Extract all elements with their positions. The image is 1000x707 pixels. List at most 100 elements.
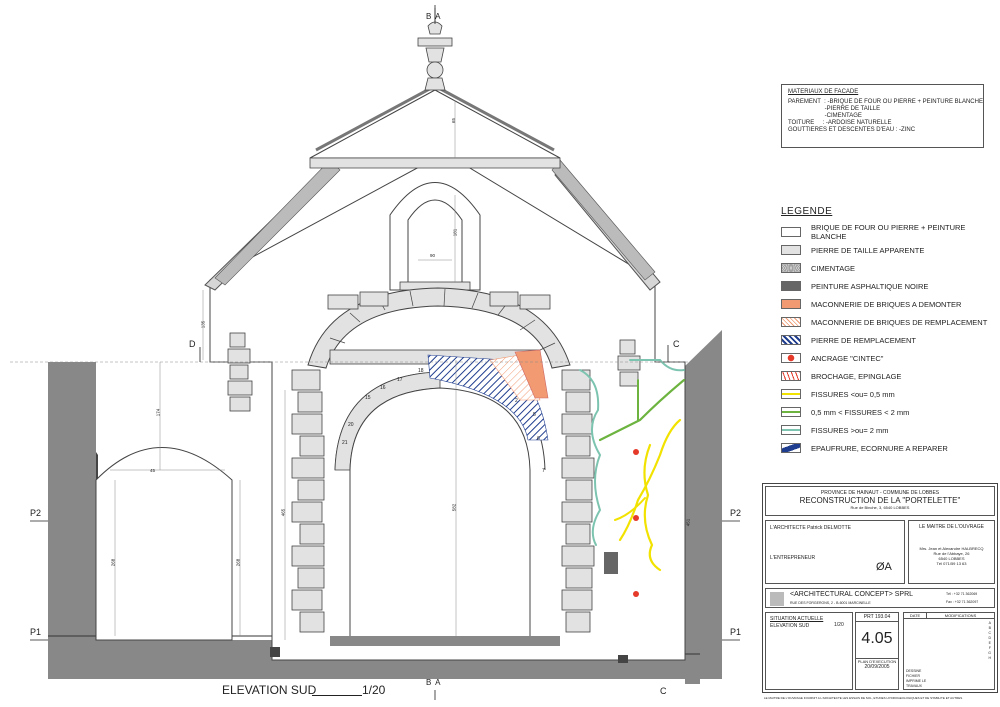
elevation-scale: 1/20 xyxy=(362,683,386,697)
door-opening xyxy=(349,387,531,641)
legend-label: PIERRE DE REMPLACEMENT xyxy=(811,335,917,345)
legend-item: PIERRE DE REMPLACEMENT xyxy=(781,331,996,349)
firm-box: <ARCHITECTURAL CONCEPT> SPRL RUE DES FOR… xyxy=(765,588,995,608)
legend-label: CIMENTAGE xyxy=(811,263,856,273)
dimension-text: 45 xyxy=(150,468,156,473)
elevation-underline xyxy=(312,695,362,696)
prt-label: PRT xyxy=(863,614,874,620)
stone-number: 20 xyxy=(348,422,354,428)
legend-item: MACONNERIE DE BRIQUES DE REMPLACEMENT xyxy=(781,313,996,331)
legend-item: PEINTURE ASPHALTIQUE NOIRE xyxy=(781,277,996,295)
owner-label: LE MAITRE DE L'OUVRAGE xyxy=(919,524,984,530)
materials-title: MATERIAUX DE FACADE xyxy=(788,89,859,95)
situation-label: SITUATION ACTUELLE xyxy=(770,616,824,622)
meta-list: DESSINE FICHIER IMPRIME LE TRAVAUX xyxy=(906,669,926,689)
legend-label: PIERRE DE TAILLE APPARENTE xyxy=(811,245,925,255)
section-marker-p2-right: P2 xyxy=(730,508,742,518)
legend-item: CIMENTAGE xyxy=(781,259,996,277)
owner-box: LE MAITRE DE L'OUVRAGE Mrs. Jean et Alex… xyxy=(908,520,995,584)
prt-number: 193.04 xyxy=(874,614,891,620)
project-address: Rue de Binche, 3, 6540 LOBBES xyxy=(850,505,910,510)
legend-label: BROCHAGE, EPINGLAGE xyxy=(811,371,902,381)
dimension-text: 582 xyxy=(451,503,457,512)
swatch-blue-shape xyxy=(781,443,801,453)
legend-item: 0,5 mm < FISSURES < 2 mm xyxy=(781,403,996,421)
legend-item: EPAUFRURE, ECORNURE A REPARER xyxy=(781,439,996,457)
swatch-line-yellow xyxy=(781,389,801,399)
architect-name: L'ARCHITECTE Patrick DELMOTTE xyxy=(770,525,851,531)
materials-line: -PIERRE DE TAILLE xyxy=(788,106,881,112)
pediment-cornice xyxy=(309,157,561,169)
swatch-hatch-orange xyxy=(781,317,801,327)
project-box: PROVINCE DE HAINAUT - COMMUNE DE LOBBES … xyxy=(765,486,995,516)
dimension-text: 451 xyxy=(685,518,691,527)
swatch-darkgray xyxy=(781,281,801,291)
section-marker-p2-left: P2 xyxy=(30,508,42,518)
firm-tel: Tél : +32 71 362069 xyxy=(946,592,978,596)
legend-label: FISSURES >ou= 2 mm xyxy=(811,425,889,435)
materials-line: PAREMENT : -BRIQUE DE FOUR OU PIERRE + P… xyxy=(788,99,983,105)
swatch-dot-red xyxy=(781,353,801,363)
elevation-title: ELEVATION SUD xyxy=(222,683,317,697)
swatch-hatch-blue xyxy=(781,335,801,345)
materials-line: -CIMENTAGE xyxy=(788,113,862,119)
stone-number: 15 xyxy=(365,395,371,401)
stone-number: 2 xyxy=(515,398,518,404)
dimension-text: 90 xyxy=(430,253,436,258)
legend-label: ANCRAGE "CINTEC" xyxy=(811,353,884,363)
pediment xyxy=(309,89,561,159)
asphalt-patch xyxy=(604,552,618,574)
sheet-scale: 1/20 xyxy=(834,622,844,628)
legend-label: 0,5 mm < FISSURES < 2 mm xyxy=(811,407,910,417)
dimension-text: 174 xyxy=(155,408,161,417)
dimension-text: 268 xyxy=(110,558,116,567)
section-marker-d: D xyxy=(189,339,196,349)
dimension-text: 65 xyxy=(451,117,457,124)
legend-item: BROCHAGE, EPINGLAGE xyxy=(781,367,996,385)
owner-phone: Tél 071/59 13 63 xyxy=(936,561,967,566)
swatch-pin-red xyxy=(781,371,801,381)
stone-number: 21 xyxy=(342,440,348,446)
legend-label: EPAUFRURE, ECORNURE A REPARER xyxy=(811,443,948,453)
right-ground-wall xyxy=(685,330,722,684)
legend-label: MACONNERIE DE BRIQUES DE REMPLACEMENT xyxy=(811,317,988,327)
revision-letters: A B C D E F G H xyxy=(988,621,991,661)
firm-address: RUE DES FORGERONS, 2 - B-6001 MARCINELLE xyxy=(790,601,871,605)
revision-header: DATE MODIFICATIONS xyxy=(904,613,994,619)
legend-item: FISSURES >ou= 2 mm xyxy=(781,421,996,439)
legend-label: BRIQUE DE FOUR OU PIERRE + PEINTURE BLAN… xyxy=(811,223,966,241)
swatch-lightgray xyxy=(781,245,801,255)
legend-label: FISSURES <ou= 0,5 mm xyxy=(811,389,895,399)
number-box: PRT 193.04 4.05 PLAN D'EXECUTION 20/09/2… xyxy=(855,612,899,690)
swatch-dots xyxy=(781,263,801,273)
dimension-text: 268 xyxy=(235,558,241,567)
revision-box: DATE MODIFICATIONS A B C D E F G H DESSI… xyxy=(903,612,995,690)
sheet-box: SITUATION ACTUELLE ELEVATION SUD 1/20 xyxy=(765,612,853,690)
annex-arch xyxy=(95,447,233,641)
firm-fax: Fax : +32 71 362097 xyxy=(946,600,979,604)
prt-row: PRT 193.04 xyxy=(856,613,898,622)
plan-date: 20/09/2005 xyxy=(864,664,890,670)
firm-logo-mark: ØA xyxy=(876,561,892,573)
elevation-drawing xyxy=(10,5,740,700)
materials-box: MATERIAUX DE FACADE PAREMENT : -BRIQUE D… xyxy=(781,84,984,148)
section-marker-top: B A xyxy=(426,12,442,21)
swatch-white xyxy=(781,227,801,237)
architect-box: L'ARCHITECTE Patrick DELMOTTE L'ENTREPRE… xyxy=(765,520,905,584)
section-marker-c-bottom: C xyxy=(660,686,667,696)
firm-name: <ARCHITECTURAL CONCEPT> SPRL xyxy=(790,591,914,598)
contractor-label: L'ENTREPRENEUR xyxy=(770,555,816,561)
dimension-text: 465 xyxy=(280,508,286,517)
swatch-line-teal xyxy=(781,425,801,435)
swatch-orange xyxy=(781,299,801,309)
project-title: RECONSTRUCTION DE LA "PORTELETTE" xyxy=(799,496,961,505)
section-marker-bottom: B A xyxy=(426,678,442,687)
stone-number: 18 xyxy=(418,368,424,374)
stone-number: 16 xyxy=(380,385,386,391)
legend: LEGENDE BRIQUE DE FOUR OU PIERRE + PEINT… xyxy=(781,206,996,457)
legend-item: FISSURES <ou= 0,5 mm xyxy=(781,385,996,403)
stone-number: 17 xyxy=(397,377,403,383)
legend-item: ANCRAGE "CINTEC" xyxy=(781,349,996,367)
legend-label: MACONNERIE DE BRIQUES A DEMONTER xyxy=(811,299,962,309)
legend-title: LEGENDE xyxy=(781,206,833,217)
